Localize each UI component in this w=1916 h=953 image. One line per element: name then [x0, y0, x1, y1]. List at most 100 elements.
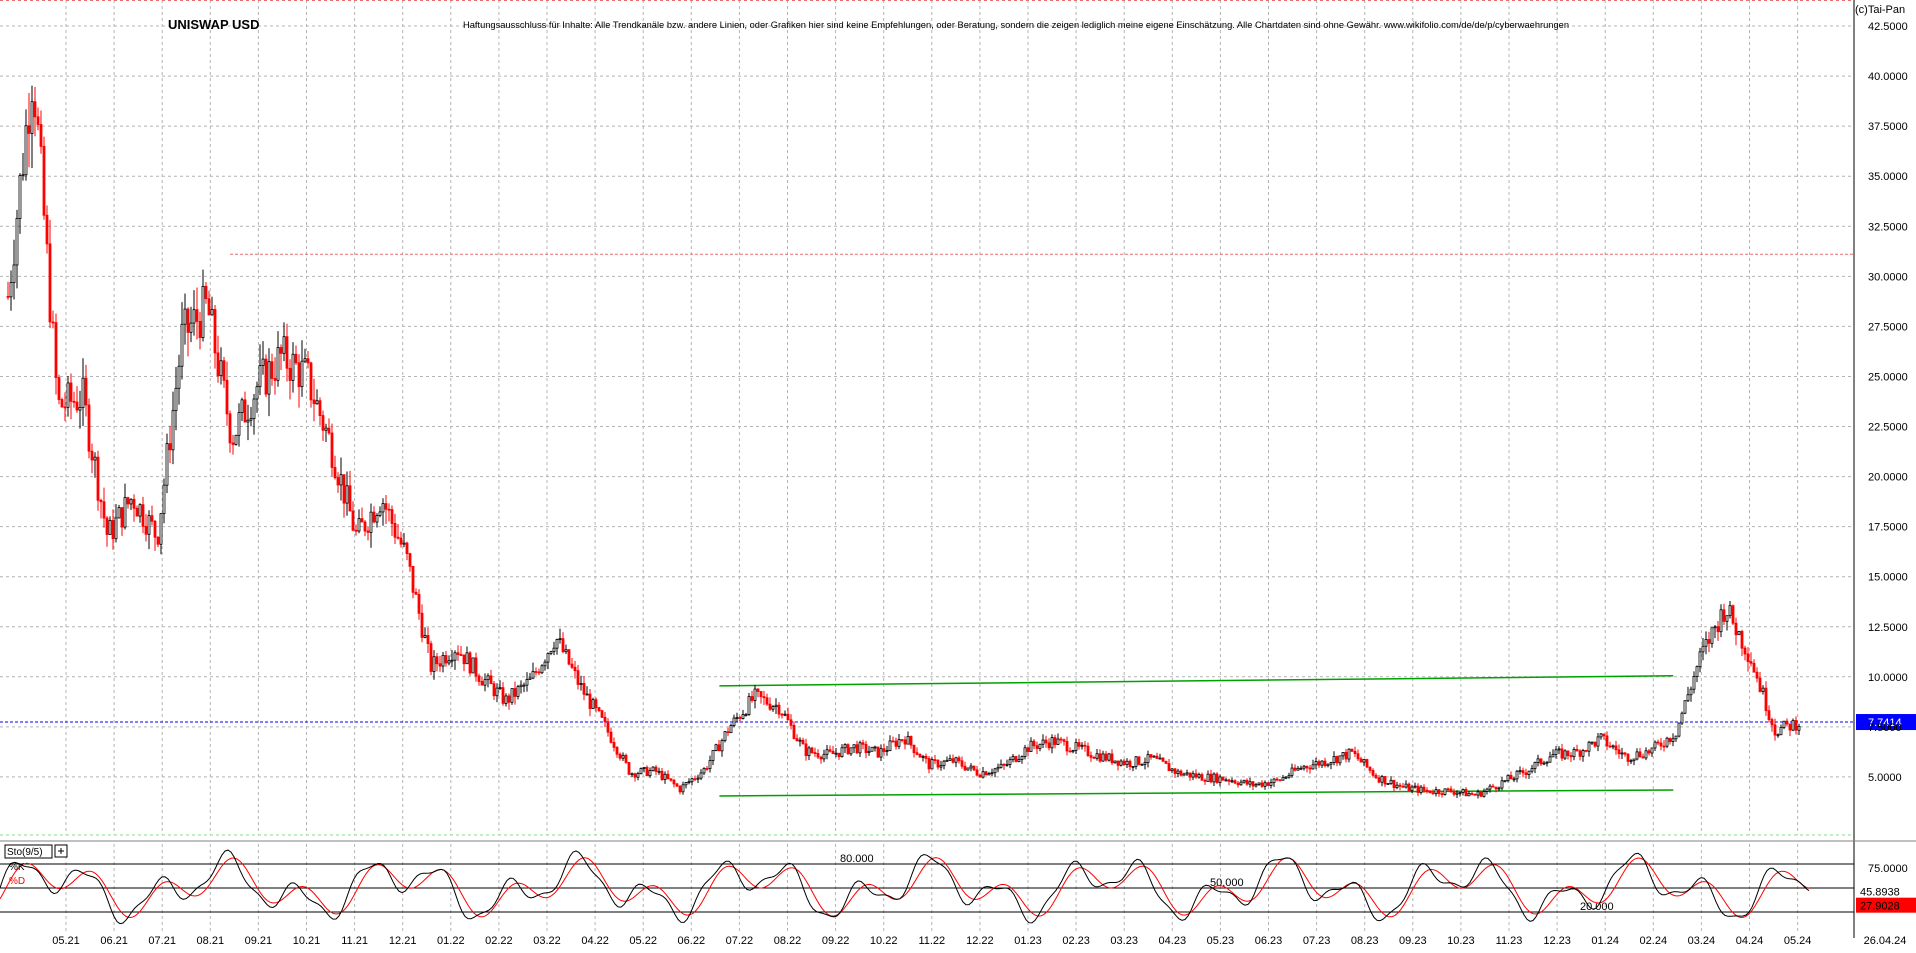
- candle-body: [1125, 760, 1129, 765]
- candle-body: [381, 503, 385, 513]
- candle-body: [603, 716, 607, 723]
- candle-body: [258, 365, 262, 388]
- candle-body: [1110, 753, 1114, 764]
- candle-body: [828, 749, 832, 752]
- chart-title: UNISWAP USD: [168, 17, 260, 32]
- candle-body: [1611, 745, 1615, 748]
- x-tick-label: 10.21: [293, 935, 321, 947]
- candle-body: [738, 717, 742, 719]
- candle-body: [1083, 744, 1087, 747]
- candle-body: [1662, 745, 1666, 748]
- candle-body: [651, 766, 655, 771]
- candle-body: [1509, 774, 1513, 780]
- candle-body: [1221, 776, 1225, 781]
- candle-body: [1188, 772, 1192, 778]
- x-tick-label: 12.21: [389, 935, 417, 947]
- candle-body: [699, 772, 703, 779]
- candle-body: [1143, 762, 1147, 765]
- candle-body: [1347, 748, 1351, 760]
- candle-body: [1641, 756, 1645, 759]
- candle-body: [1368, 766, 1372, 771]
- candle-body: [1629, 760, 1633, 763]
- x-tick-label: 06.22: [678, 935, 706, 947]
- candle-body: [1566, 750, 1570, 757]
- candle-body: [750, 696, 754, 701]
- candle-body: [399, 537, 403, 545]
- candle-body: [261, 358, 265, 366]
- candle-body: [372, 511, 376, 523]
- x-tick-label: 02.24: [1640, 935, 1668, 947]
- candle-body: [924, 755, 928, 759]
- candle-body: [1149, 754, 1153, 758]
- candle-body: [1737, 630, 1741, 636]
- candle-body: [1203, 779, 1207, 782]
- candle-body: [366, 530, 370, 533]
- candle-body: [819, 756, 823, 760]
- candle-body: [993, 768, 997, 774]
- candle-body: [252, 398, 256, 420]
- candle-body: [1281, 777, 1285, 781]
- candle-body: [633, 773, 637, 778]
- candle-body: [585, 693, 589, 696]
- candle-body: [555, 639, 559, 649]
- candle-body: [342, 474, 346, 504]
- candle-body: [1416, 785, 1420, 793]
- candle-body: [1191, 773, 1195, 778]
- candle-body: [297, 362, 301, 388]
- candle-body: [402, 542, 406, 545]
- candle-body: [1122, 760, 1126, 765]
- candle-body: [354, 529, 358, 532]
- candle-body: [1782, 720, 1786, 728]
- candle-body: [681, 784, 685, 793]
- candle-body: [831, 750, 835, 755]
- candle-body: [357, 518, 361, 532]
- candle-body: [453, 652, 457, 661]
- candle-body: [495, 687, 499, 697]
- candle-body: [180, 323, 184, 367]
- candle-body: [1440, 793, 1444, 796]
- candle-body: [141, 504, 145, 527]
- candle-body: [567, 649, 571, 665]
- x-tick-label: 12.23: [1543, 935, 1571, 947]
- candle-body: [1521, 770, 1525, 774]
- candle-body: [1269, 782, 1273, 786]
- candle-body: [1626, 753, 1630, 762]
- candle-body: [1680, 712, 1684, 724]
- candle-body: [822, 753, 826, 760]
- x-tick-label: 05.21: [52, 935, 80, 947]
- uniswap-price-chart: 7.7414 80.00050.00020.00075.000025.00004…: [0, 0, 1916, 948]
- candle-body: [1716, 626, 1720, 633]
- candle-body: [999, 763, 1003, 768]
- y-tick-label: 17.5000: [1868, 522, 1908, 534]
- candle-body: [1398, 784, 1402, 787]
- candle-body: [321, 415, 325, 431]
- candle-body: [78, 407, 82, 411]
- candle-body: [1410, 786, 1414, 791]
- candle-body: [597, 707, 601, 712]
- stochastic-label: Sto(9/5): [7, 847, 43, 858]
- x-tick-label: 05.24: [1784, 935, 1812, 947]
- candle-body: [879, 748, 883, 758]
- candle-body: [132, 498, 136, 509]
- candle-body: [825, 749, 829, 755]
- candle-body: [957, 757, 961, 762]
- candle-body: [1578, 750, 1582, 757]
- candle-body: [1671, 738, 1675, 742]
- candle-body: [1743, 647, 1747, 655]
- x-tick-label: 08.23: [1351, 935, 1379, 947]
- candle-body: [294, 353, 298, 364]
- candle-body: [162, 484, 166, 515]
- candle-body: [579, 683, 583, 685]
- candle-body: [729, 725, 733, 734]
- candle-body: [1005, 764, 1009, 766]
- candle-body: [339, 474, 343, 486]
- candle-body: [591, 699, 595, 709]
- candle-body: [1530, 768, 1534, 772]
- candle-body: [1653, 741, 1657, 749]
- candle-body: [1059, 738, 1063, 741]
- candle-body: [981, 771, 985, 778]
- candle-body: [450, 659, 454, 662]
- candle-body: [1338, 755, 1342, 764]
- candle-body: [1533, 762, 1537, 769]
- candle-body: [429, 643, 433, 672]
